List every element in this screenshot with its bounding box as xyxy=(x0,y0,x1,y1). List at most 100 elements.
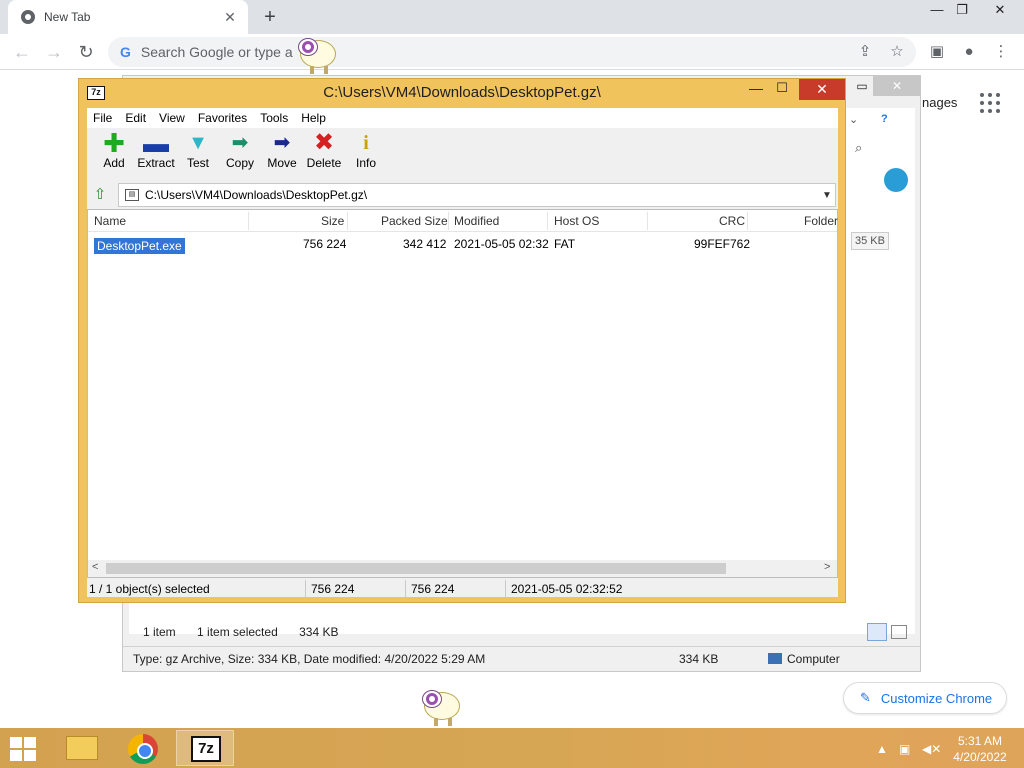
test-label: Test xyxy=(186,156,209,170)
chrome-menu-icon[interactable]: ⋮ xyxy=(992,43,1010,61)
taskbar-file-explorer[interactable] xyxy=(52,730,110,766)
row-name-label: DesktopPet.exe xyxy=(94,238,185,254)
extract-label: Extract xyxy=(137,156,175,170)
taskbar-7zip[interactable]: 7z xyxy=(176,730,234,766)
details-view-icon[interactable] xyxy=(867,623,887,641)
row-size: 756 224 xyxy=(303,237,347,251)
test-icon: ▼ xyxy=(188,132,208,154)
customize-chrome-label: Customize Chrome xyxy=(880,690,993,706)
sevenzip-icon: 7z xyxy=(191,736,221,762)
move-button[interactable]: ➡ Move xyxy=(261,130,303,180)
status-location: Computer xyxy=(768,652,840,666)
add-icon: ✚ xyxy=(103,128,125,158)
tab-new-tab[interactable]: New Tab ✕ xyxy=(8,0,248,34)
chrome-close-button[interactable]: ✕ xyxy=(983,0,1017,22)
forward-button[interactable]: → xyxy=(42,40,66,64)
copy-button[interactable]: ➡ Copy xyxy=(219,130,261,180)
row-host: FAT xyxy=(554,237,576,251)
sevenzip-menubar: File Edit View Favorites Tools Help xyxy=(87,108,838,128)
taskbar: 7z xyxy=(0,728,1024,768)
horizontal-scrollbar[interactable]: < > xyxy=(88,560,837,577)
share-icon[interactable]: ⇪ xyxy=(856,43,874,61)
pencil-icon: ✎ xyxy=(860,690,871,705)
taskbar-clock[interactable]: 5:31 AM 4/20/2022 xyxy=(948,733,1012,765)
help-icon[interactable]: ? xyxy=(881,113,888,125)
explorer-close-button[interactable]: ✕ xyxy=(873,76,921,96)
new-tab-button[interactable]: + xyxy=(258,6,282,30)
chrome-tabstrip: New Tab ✕ + — ❐ ✕ xyxy=(0,0,1024,34)
chrome-favicon-icon xyxy=(21,10,35,24)
chevron-down-icon[interactable]: ⌄ xyxy=(849,113,858,126)
scroll-thumb[interactable] xyxy=(106,563,726,574)
path-text: C:\Users\VM4\Downloads\DesktopPet.gz\ xyxy=(145,188,368,202)
desktop-pet-sheep-icon[interactable] xyxy=(296,36,338,76)
menu-favorites[interactable]: Favorites xyxy=(198,111,247,125)
network-icon[interactable]: ▣ xyxy=(899,742,910,756)
extract-button[interactable]: ▬ Extract xyxy=(135,130,177,180)
table-row[interactable]: DesktopPet.exe 756 224 342 412 2021-05-0… xyxy=(88,234,837,254)
google-apps-icon[interactable] xyxy=(980,93,1000,113)
taskbar-chrome[interactable] xyxy=(114,730,172,766)
add-button[interactable]: ✚ Add xyxy=(93,130,135,180)
items-count: 1 item xyxy=(143,625,176,639)
volume-muted-icon[interactable]: ◀✕ xyxy=(922,742,941,756)
col-modified[interactable]: Modified xyxy=(454,214,499,228)
omnibox-placeholder: Search Google or type a xyxy=(140,44,293,60)
scroll-left-icon[interactable]: < xyxy=(92,561,98,573)
sevenzip-titlebar[interactable]: 7z C:\Users\VM4\Downloads\DesktopPet.gz\… xyxy=(79,79,845,107)
sevenzip-status-bar: 1 / 1 object(s) selected 756 224 756 224… xyxy=(87,580,838,597)
col-crc[interactable]: CRC xyxy=(719,214,745,228)
menu-help[interactable]: Help xyxy=(301,111,326,125)
col-name[interactable]: Name xyxy=(94,214,126,228)
move-label: Move xyxy=(267,156,297,170)
ntp-images-link[interactable]: nages xyxy=(922,95,957,110)
menu-edit[interactable]: Edit xyxy=(125,111,146,125)
info-button[interactable]: i Info xyxy=(345,130,387,180)
computer-icon xyxy=(768,653,782,664)
delete-icon: ✖ xyxy=(313,129,335,156)
test-button[interactable]: ▼ Test xyxy=(177,130,219,180)
clock-date: 4/20/2022 xyxy=(953,750,1007,764)
chrome-toolbar: ← → ↻ G Search Google or type a ⇪ ☆ ▣ ● … xyxy=(0,34,1024,70)
path-combobox[interactable]: ▤ C:\Users\VM4\Downloads\DesktopPet.gz\ … xyxy=(118,183,836,207)
col-packed-size[interactable]: Packed Size xyxy=(381,214,448,228)
large-icons-view-icon[interactable] xyxy=(891,625,907,639)
bookmark-star-icon[interactable]: ☆ xyxy=(888,43,906,61)
desktop-pet-sheep-icon[interactable] xyxy=(420,688,462,728)
tab-close-icon[interactable]: ✕ xyxy=(222,9,238,25)
col-host-os[interactable]: Host OS xyxy=(554,214,599,228)
copy-label: Copy xyxy=(225,156,254,170)
info-icon: i xyxy=(363,132,369,154)
back-button[interactable]: ← xyxy=(10,40,34,64)
scroll-right-icon[interactable]: > xyxy=(824,561,830,573)
sevenzip-minimize-button[interactable]: — xyxy=(745,80,767,96)
col-folder[interactable]: Folder xyxy=(804,214,838,228)
start-button[interactable] xyxy=(10,737,38,761)
customize-chrome-button[interactable]: ✎ Customize Chrome xyxy=(843,682,1007,714)
sevenzip-maximize-button[interactable]: ☐ xyxy=(771,80,793,96)
sevenzip-close-button[interactable]: ✕ xyxy=(799,79,845,100)
clock-time: 5:31 AM xyxy=(957,734,1003,748)
col-size[interactable]: Size xyxy=(321,214,344,228)
menu-file[interactable]: File xyxy=(93,111,112,125)
menu-tools[interactable]: Tools xyxy=(260,111,288,125)
extract-icon: ▬ xyxy=(143,128,169,158)
menu-view[interactable]: View xyxy=(159,111,185,125)
sevenzip-toolbar: ✚ Add ▬ Extract ▼ Test ➡ Copy ➡ Move ✖ D… xyxy=(87,130,838,180)
file-list[interactable]: Name Size Packed Size Modified Host OS C… xyxy=(87,209,838,578)
side-panel-icon[interactable]: ▣ xyxy=(928,43,946,61)
path-dropdown-icon[interactable]: ▼ xyxy=(819,190,835,201)
profile-icon[interactable]: ● xyxy=(960,43,978,61)
explorer-details-bar: Type: gz Archive, Size: 334 KB, Date mod… xyxy=(123,646,920,671)
explorer-maximize-button[interactable]: ▭ xyxy=(852,76,872,96)
shell-icon xyxy=(884,168,908,192)
omnibox[interactable]: G Search Google or type a xyxy=(108,37,916,67)
add-label: Add xyxy=(103,156,125,170)
delete-button[interactable]: ✖ Delete xyxy=(303,130,345,180)
copy-icon: ➡ xyxy=(231,132,249,154)
search-icon[interactable]: ⌕ xyxy=(855,140,862,156)
chrome-restore-button[interactable]: ❐ xyxy=(945,0,979,22)
folder-up-icon[interactable]: ⇧ xyxy=(91,186,109,204)
reload-button[interactable]: ↻ xyxy=(74,40,98,64)
show-hidden-icons-icon[interactable]: ▲ xyxy=(876,742,888,756)
